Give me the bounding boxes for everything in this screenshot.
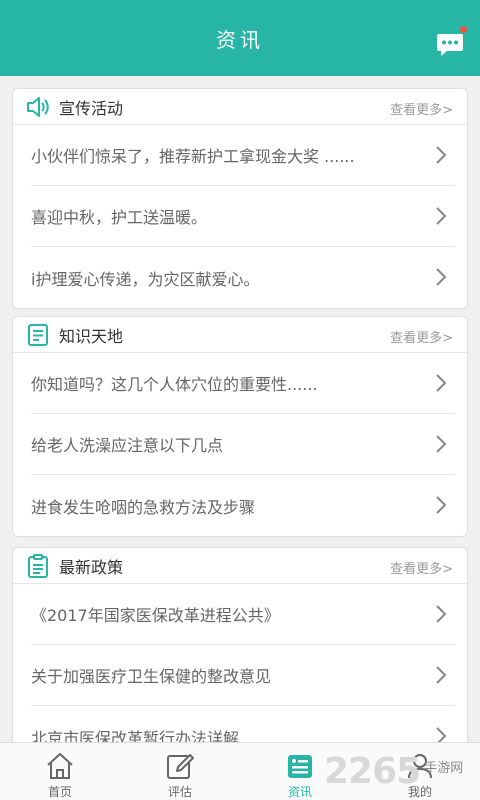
chevron-right-icon: [436, 666, 447, 684]
watermark-text: 手游网: [424, 760, 464, 776]
chevron-right-icon: [436, 146, 447, 164]
list-item-title: 北京市医保改革暂行办法详解: [31, 728, 240, 743]
document-icon: [28, 323, 48, 346]
list-item[interactable]: i护理爱心传递，为灾区献爱心。: [31, 247, 455, 308]
tab-label: 首页: [47, 785, 72, 799]
view-more-link[interactable]: 查看更多>: [390, 99, 453, 118]
chevron-right-icon: [436, 268, 447, 286]
tab-label: 资讯: [287, 785, 312, 799]
list-item-title: 给老人洗澡应注意以下几点: [31, 436, 224, 455]
list-item-title: i护理爱心传递，为灾区献爱心。: [31, 269, 260, 289]
chevron-right-icon: [436, 605, 447, 623]
list-item[interactable]: 进食发生呛咽的急救方法及步骤: [31, 475, 455, 536]
tab-assessment[interactable]: 评估: [120, 743, 240, 800]
list-item[interactable]: 关于加强医疗卫生保健的整改意见: [31, 645, 455, 706]
list-item[interactable]: 北京市医保改革暂行办法详解: [31, 706, 455, 742]
chat-bubble-icon: [437, 34, 463, 56]
section-title: 宣传活动: [59, 98, 124, 118]
speaker-icon: [27, 96, 49, 117]
section-promotions: 宣传活动 查看更多> 小伙伴们惊呆了，推荐新护工拿现金大奖 ...... 喜迎中…: [12, 88, 468, 309]
news-list-icon: [288, 755, 312, 778]
clipboard-icon: [28, 553, 48, 578]
view-more-link[interactable]: 查看更多>: [390, 327, 453, 346]
list-item[interactable]: 小伙伴们惊呆了，推荐新护工拿现金大奖 ......: [31, 125, 455, 186]
view-more-link[interactable]: 查看更多>: [390, 558, 453, 577]
section-policies: 最新政策 查看更多> 《2017年国家医保改革进程公共》 关于加强医疗卫生保健的…: [12, 547, 468, 742]
section-header: 最新政策 查看更多>: [13, 548, 467, 584]
list-item[interactable]: 你知道吗？这几个人体穴位的重要性......: [31, 353, 455, 414]
tab-home[interactable]: 首页: [0, 743, 120, 800]
chevron-right-icon: [436, 374, 447, 392]
list-item[interactable]: 给老人洗澡应注意以下几点: [31, 414, 455, 475]
site-watermark: 2265 手游网: [324, 742, 474, 800]
section-title: 知识天地: [59, 326, 124, 346]
section-knowledge: 知识天地 查看更多> 你知道吗？这几个人体穴位的重要性...... 给老人洗澡应…: [12, 316, 468, 537]
news-scroll-area[interactable]: 宣传活动 查看更多> 小伙伴们惊呆了，推荐新护工拿现金大奖 ...... 喜迎中…: [0, 76, 480, 742]
list-item-title: 关于加强医疗卫生保健的整改意见: [31, 667, 272, 686]
message-button[interactable]: [436, 26, 467, 58]
top-bar: 资讯: [0, 0, 480, 76]
chevron-right-icon: [436, 207, 447, 225]
home-icon: [47, 753, 73, 779]
section-title: 最新政策: [59, 557, 124, 577]
chevron-right-icon: [436, 727, 447, 742]
list-item-title: 喜迎中秋，护工送温暖。: [31, 208, 208, 227]
unread-dot: [460, 26, 467, 33]
tab-label: 评估: [167, 785, 192, 799]
list-item[interactable]: 喜迎中秋，护工送温暖。: [31, 186, 455, 247]
section-header: 宣传活动 查看更多>: [13, 89, 467, 125]
list-item-title: 小伙伴们惊呆了，推荐新护工拿现金大奖 ......: [31, 147, 355, 166]
page-title: 资讯: [216, 27, 264, 52]
list-item-title: 你知道吗？这几个人体穴位的重要性......: [31, 375, 318, 394]
list-item-title: 《2017年国家医保改革进程公共》: [31, 606, 280, 625]
list-item-title: 进食发生呛咽的急救方法及步骤: [31, 497, 256, 517]
chevron-right-icon: [436, 496, 447, 514]
section-header: 知识天地 查看更多>: [13, 317, 467, 353]
chevron-right-icon: [436, 435, 447, 453]
list-item[interactable]: 《2017年国家医保改革进程公共》: [31, 584, 455, 645]
watermark-number: 2265: [324, 750, 421, 792]
edit-icon: [167, 754, 194, 779]
